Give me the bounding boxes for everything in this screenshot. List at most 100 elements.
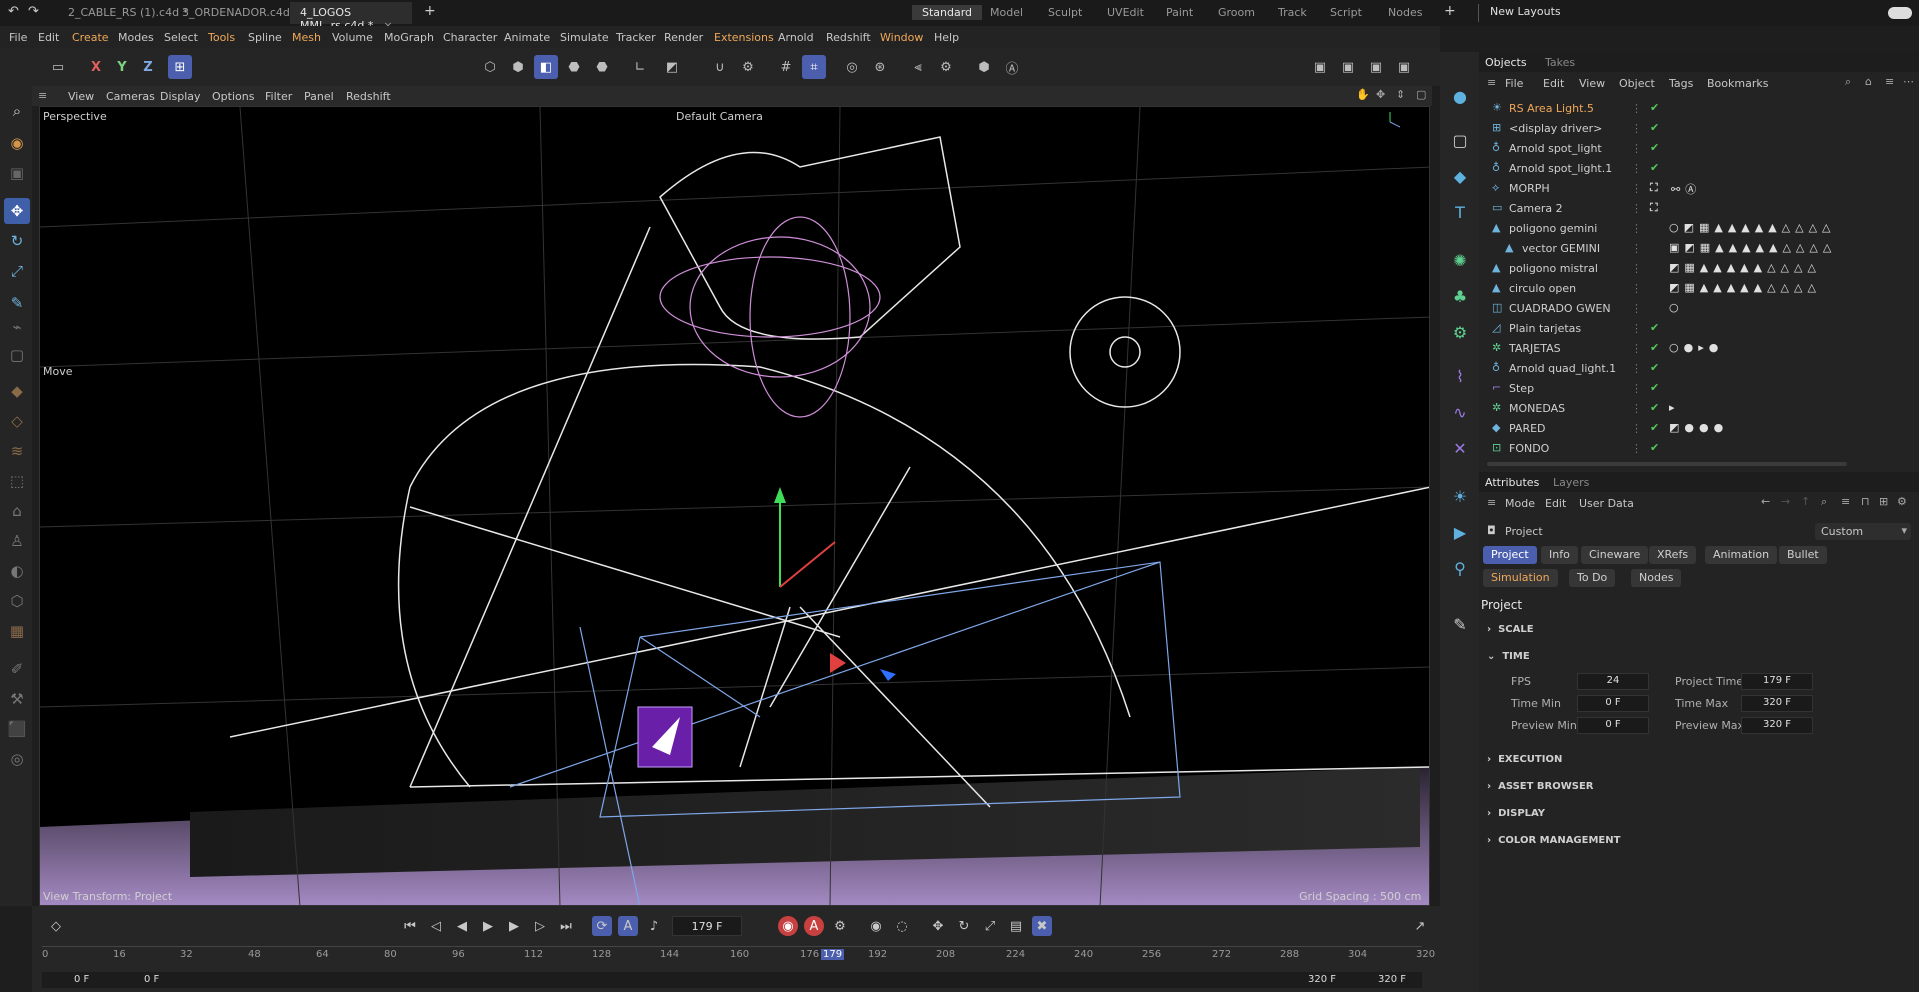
mask-icon[interactable]: ◐ bbox=[4, 558, 30, 584]
environment-icon[interactable]: ☀ bbox=[1448, 484, 1472, 508]
start-frame[interactable]: 0 F bbox=[74, 974, 89, 985]
camera-name[interactable]: Default Camera bbox=[676, 110, 763, 123]
viewport-name[interactable]: Perspective bbox=[43, 110, 107, 123]
range-bar[interactable] bbox=[42, 972, 1422, 988]
enabled-check[interactable]: ✔ bbox=[1650, 141, 1659, 154]
search-icon[interactable]: ⌕ bbox=[1845, 75, 1851, 89]
vp-menu-filter[interactable]: Filter bbox=[265, 90, 292, 103]
add-tab-icon[interactable]: + bbox=[424, 3, 436, 19]
up-arrow-icon[interactable]: ↑ bbox=[1801, 495, 1810, 508]
pan-icon[interactable]: ✋ bbox=[1356, 88, 1370, 101]
tab-attributes[interactable]: Attributes bbox=[1485, 476, 1539, 489]
menu-edit[interactable]: Edit bbox=[38, 31, 59, 44]
menu-arnold[interactable]: Arnold bbox=[778, 31, 814, 44]
points-mode-icon[interactable]: ⬡ bbox=[478, 55, 502, 79]
section-asset-browser[interactable]: › ASSET BROWSER bbox=[1487, 781, 1594, 792]
menu-extensions[interactable]: Extensions bbox=[714, 31, 774, 44]
preview-min[interactable]: 0 F bbox=[144, 974, 159, 985]
edges-mode-icon[interactable]: ⬢ bbox=[506, 55, 530, 79]
brush-icon[interactable]: ✐ bbox=[4, 656, 30, 682]
menu-modes[interactable]: Modes bbox=[118, 31, 154, 44]
menu-mesh[interactable]: Mesh bbox=[292, 31, 321, 44]
settings-gear-icon[interactable]: ⚙ bbox=[736, 55, 760, 79]
menu-window[interactable]: Window bbox=[880, 31, 923, 44]
layout-groom[interactable]: Groom bbox=[1208, 5, 1265, 20]
enabled-check[interactable]: ✔ bbox=[1650, 101, 1659, 114]
file-tab-active[interactable]: 4_LOGOS MML_rs.c4d *× bbox=[290, 2, 412, 32]
obj-menu-edit[interactable]: Edit bbox=[1543, 77, 1564, 90]
loop-icon[interactable]: ⟳ bbox=[592, 916, 612, 936]
preview-min-field[interactable]: 0 F bbox=[1577, 717, 1649, 734]
key-position-icon[interactable]: ◉ bbox=[866, 916, 886, 936]
preview-max-field[interactable]: 320 F bbox=[1741, 717, 1813, 734]
obj-menu-object[interactable]: Object bbox=[1619, 77, 1655, 90]
vp-menu-view[interactable]: View bbox=[68, 90, 94, 103]
menu-select[interactable]: Select bbox=[164, 31, 198, 44]
maximize-icon[interactable]: ▢ bbox=[1416, 88, 1426, 101]
scale-tool-icon[interactable]: ⤢ bbox=[4, 258, 30, 284]
cube-outline-icon[interactable]: ◇ bbox=[4, 408, 30, 434]
key-pla-icon[interactable]: ⤢ bbox=[980, 916, 1000, 936]
chip-animation[interactable]: Animation bbox=[1705, 546, 1778, 564]
key-point-icon[interactable]: ▤ bbox=[1006, 916, 1026, 936]
layout-sculpt[interactable]: Sculpt bbox=[1038, 5, 1092, 20]
menu-render[interactable]: Render bbox=[664, 31, 703, 44]
enabled-check[interactable]: ✔ bbox=[1650, 441, 1659, 454]
back-arrow-icon[interactable]: ← bbox=[1761, 495, 1770, 508]
layers-icon[interactable]: ≋ bbox=[4, 438, 30, 464]
menu-character[interactable]: Character bbox=[443, 31, 497, 44]
vp-menu-cameras[interactable]: Cameras bbox=[106, 90, 155, 103]
menu-spline[interactable]: Spline bbox=[248, 31, 282, 44]
snap-icon[interactable]: # bbox=[774, 55, 798, 79]
vp-menu-panel[interactable]: Panel bbox=[304, 90, 334, 103]
field-icon[interactable]: ✕ bbox=[1448, 436, 1472, 460]
file-tab[interactable]: 3_ORDENADOR.c4d * bbox=[172, 2, 309, 24]
key-param-icon[interactable]: ↻ bbox=[954, 916, 974, 936]
list-item[interactable]: ◿ Plain tarjetas ⋮ ✔ bbox=[1479, 319, 1919, 339]
enabled-check[interactable]: ✔ bbox=[1650, 381, 1659, 394]
key-rotation-icon[interactable]: ◌ bbox=[892, 916, 912, 936]
attr-menu-edit[interactable]: Edit bbox=[1545, 497, 1566, 510]
list-item[interactable]: ▲ poligono gemini ⋮ ○◩▦▲▲▲▲▲△△△△ bbox=[1479, 219, 1919, 239]
more-icon[interactable]: ⋯ bbox=[1903, 75, 1914, 88]
settings-gear-icon[interactable]: ⚙ bbox=[1897, 495, 1907, 508]
add-layout-icon[interactable]: + bbox=[1444, 3, 1456, 19]
new-layouts-label[interactable]: New Layouts bbox=[1490, 5, 1561, 18]
keyframe-icon[interactable]: ◇ bbox=[46, 916, 66, 936]
timeline-expand-icon[interactable]: ↗ bbox=[1410, 916, 1430, 936]
enabled-check[interactable]: ✔ bbox=[1650, 421, 1659, 434]
move-tool-icon[interactable]: ✥ bbox=[4, 198, 30, 224]
obj-menu-file[interactable]: File bbox=[1505, 77, 1523, 90]
sphere-icon[interactable]: ● bbox=[1448, 84, 1472, 108]
section-scale[interactable]: › SCALE bbox=[1487, 624, 1534, 635]
cloner-icon[interactable]: ♣ bbox=[1448, 284, 1472, 308]
go-end-icon[interactable]: ⏭ bbox=[556, 916, 576, 936]
effector-icon[interactable]: ⚙ bbox=[1448, 320, 1472, 344]
preset-dropdown[interactable]: Custom ▾ bbox=[1815, 523, 1911, 540]
menu-tools[interactable]: Tools bbox=[208, 31, 235, 44]
obj-menu-tags[interactable]: Tags bbox=[1669, 77, 1693, 90]
z-axis-toggle[interactable]: Z bbox=[136, 55, 160, 79]
list-item[interactable]: ♁ Arnold spot_light ⋮ ✔ bbox=[1479, 139, 1919, 159]
current-frame-field[interactable]: 179 F bbox=[672, 916, 742, 936]
live-select-icon[interactable]: ▣ bbox=[4, 160, 30, 186]
text-icon[interactable]: T bbox=[1448, 200, 1472, 224]
enabled-check[interactable]: ✔ bbox=[1650, 361, 1659, 374]
symmetry-icon[interactable]: ⫷ bbox=[906, 55, 930, 79]
key-filter-icon[interactable]: ✖ bbox=[1032, 916, 1052, 936]
chip-cineware[interactable]: Cineware bbox=[1581, 546, 1649, 564]
layout-model[interactable]: Model bbox=[980, 5, 1033, 20]
search-icon[interactable]: ⌕ bbox=[4, 98, 30, 124]
enabled-check[interactable]: ✔ bbox=[1650, 161, 1659, 174]
vp-menu-display[interactable]: Display bbox=[160, 90, 201, 103]
sculpt-icon[interactable]: ⚒ bbox=[4, 686, 30, 712]
filter-icon[interactable]: ≡ bbox=[1885, 75, 1894, 88]
figure-icon[interactable]: ♙ bbox=[4, 528, 30, 554]
next-key-icon[interactable]: ▷ bbox=[530, 916, 550, 936]
grid-snap-icon[interactable]: ⌗ bbox=[802, 55, 826, 79]
layout-standard[interactable]: Standard bbox=[912, 5, 983, 20]
section-execution[interactable]: › EXECUTION bbox=[1487, 754, 1562, 765]
layout-script[interactable]: Script bbox=[1320, 5, 1372, 20]
object-icon[interactable]: ▢ bbox=[4, 342, 30, 368]
menu-volume[interactable]: Volume bbox=[332, 31, 373, 44]
